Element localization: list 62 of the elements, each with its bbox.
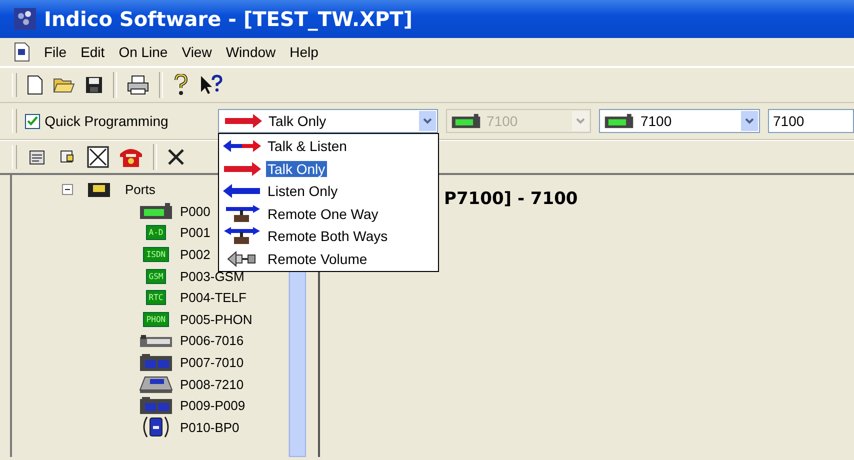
keypad-device-icon bbox=[139, 334, 173, 348]
menu-item[interactable]: Help bbox=[290, 42, 318, 62]
collapse-icon[interactable] bbox=[62, 184, 73, 196]
tree-item[interactable]: P000 bbox=[180, 204, 210, 219]
double-arrow-icon bbox=[222, 139, 262, 154]
checkbox-label: Quick Programming bbox=[44, 113, 170, 129]
new-file-icon[interactable] bbox=[27, 75, 43, 95]
port-badge: ISDN bbox=[143, 247, 169, 262]
tree-item[interactable]: P001 bbox=[180, 225, 210, 240]
radio-device-icon bbox=[139, 202, 173, 220]
x-box-icon[interactable] bbox=[87, 146, 109, 168]
document-icon bbox=[14, 42, 30, 62]
tree-item[interactable]: P007-7010 bbox=[180, 355, 244, 370]
dropdown-option[interactable]: Listen Only bbox=[266, 183, 340, 200]
telephone-icon[interactable] bbox=[119, 146, 143, 168]
document-icon[interactable] bbox=[27, 148, 47, 166]
tree-item[interactable]: P010-BP0 bbox=[180, 420, 240, 435]
app-icon bbox=[14, 8, 36, 30]
panel-dropdown[interactable]: 7100 bbox=[599, 109, 760, 133]
port-badge: PHON bbox=[143, 312, 169, 327]
port-badge: A-D bbox=[146, 225, 166, 240]
menu-item[interactable]: File bbox=[44, 42, 67, 62]
dropdown-option[interactable]: Remote Volume bbox=[266, 250, 370, 267]
right-arrow-icon bbox=[222, 162, 262, 176]
dropdown-option[interactable]: Talk & Listen bbox=[266, 138, 349, 154]
tree-item[interactable]: P004-TELF bbox=[180, 290, 246, 306]
left-arrow-icon bbox=[222, 184, 262, 198]
radio-device-icon bbox=[450, 113, 481, 129]
tree-item[interactable]: Ports bbox=[125, 182, 156, 198]
menu-item[interactable]: View bbox=[182, 42, 212, 62]
tree-item[interactable]: P008-7210 bbox=[180, 376, 244, 392]
connector-port-icon bbox=[87, 182, 111, 198]
tree-item[interactable]: P003-GSM bbox=[180, 268, 244, 284]
save-icon[interactable] bbox=[85, 76, 103, 94]
dropdown-option[interactable]: Remote One Way bbox=[266, 206, 380, 222]
dropdown-option[interactable]: Talk Only bbox=[266, 160, 328, 177]
tree-item[interactable]: P009-P009 bbox=[180, 398, 246, 414]
printer-icon[interactable] bbox=[127, 75, 149, 95]
tree-item[interactable]: P006-7016 bbox=[180, 333, 244, 348]
window-title: Indico Software - [TEST_TW.XPT] bbox=[44, 7, 412, 31]
checkbox[interactable] bbox=[24, 114, 40, 128]
port-badge: RTC bbox=[146, 290, 166, 306]
remote-double-arrow-icon bbox=[222, 227, 262, 246]
port-badge: GSM bbox=[146, 268, 166, 284]
panel-device-icon bbox=[139, 396, 173, 415]
mode-dropdown[interactable]: Talk Only bbox=[218, 109, 438, 133]
folder-icon[interactable] bbox=[53, 76, 75, 94]
help-icon[interactable] bbox=[173, 74, 189, 96]
menu-item[interactable]: Window bbox=[226, 42, 276, 62]
right-arrow-icon bbox=[222, 114, 263, 128]
panel-field[interactable]: 7100 bbox=[768, 109, 854, 133]
tree-item[interactable]: P005-PHON bbox=[180, 312, 252, 327]
panel-heading: P7100] - 7100 bbox=[444, 189, 578, 209]
menu-item[interactable]: On Line bbox=[118, 42, 168, 62]
menu-item[interactable]: Edit bbox=[80, 42, 105, 62]
dropdown-option[interactable]: Remote Both Ways bbox=[266, 228, 390, 244]
panel-device-icon bbox=[139, 354, 173, 372]
radio-device-icon bbox=[604, 113, 634, 129]
delete-icon[interactable] bbox=[167, 148, 185, 166]
context-help-icon[interactable] bbox=[199, 74, 223, 96]
desk-panel-icon bbox=[139, 375, 173, 394]
tree-item[interactable]: P002 bbox=[180, 247, 210, 262]
